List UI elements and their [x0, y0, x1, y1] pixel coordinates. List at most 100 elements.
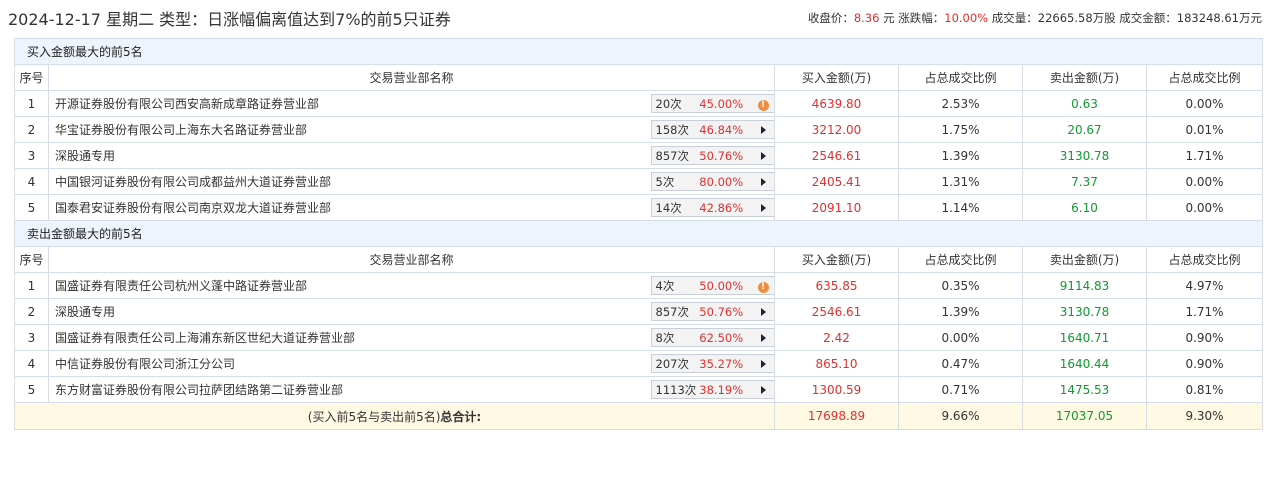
table-row[interactable]: 4 中国银河证券股份有限公司成都益州大道证券营业部 5次 80.00% 2405.41 1… — [14, 168, 1264, 195]
sell-amount: 0.63 — [1022, 90, 1147, 117]
total-buy-ratio: 9.66% — [898, 402, 1023, 430]
table-row[interactable]: 2 深股通专用 857次 50.76% 2546.61 1.39% 3130.78 1.71%… — [14, 298, 1264, 325]
buy-amount: 3212.00 — [774, 116, 899, 143]
total-sell-ratio: 9.30% — [1145, 402, 1264, 430]
play-arrow-icon[interactable] — [753, 305, 774, 319]
buy-amount: 1300.59 — [774, 376, 899, 403]
branch-stats: 8次 62.50% — [650, 324, 775, 351]
success-rate-box[interactable]: 857次 50.76% — [650, 302, 774, 321]
close-unit: 元 — [879, 11, 895, 25]
total-sell: 17037.05 — [1022, 402, 1147, 430]
table-row[interactable]: 1 开源证券股份有限公司西安高新成章路证券营业部 20次 45.00%! 4639.80… — [14, 90, 1264, 117]
col-sell-header: 卖出金额(万) — [1022, 64, 1147, 91]
col-buy-header: 买入金额(万) — [774, 64, 899, 91]
table-row[interactable]: 2 华宝证券股份有限公司上海东大名路证券营业部 158次 46.84% 3212.00 1… — [14, 116, 1264, 143]
branch-stats: 4次 50.00%! — [650, 272, 775, 299]
branch-name: 国盛证券有限责任公司上海浦东新区世纪大道证券营业部 — [48, 324, 651, 351]
branch-stats: 14次 42.86% — [650, 194, 775, 221]
sell-amount: 1640.44 — [1022, 350, 1147, 377]
info-dot-icon[interactable]: ! — [753, 278, 774, 293]
play-arrow-icon[interactable] — [753, 331, 774, 345]
stock-stats: 收盘价：8.36 元 涨跌幅：10.00% 成交量：22665.58万股 成交金… — [808, 10, 1262, 26]
col-sell-pct-header: 占总成交比例 — [1145, 64, 1264, 91]
row-index: 2 — [14, 298, 49, 325]
change-value: 10.00% — [944, 11, 989, 25]
table-row[interactable]: 3 国盛证券有限责任公司上海浦东新区世纪大道证券营业部 8次 62.50% 2.42 0.… — [14, 324, 1264, 351]
close-label: 收盘价： — [807, 11, 854, 25]
success-rate-box[interactable]: 5次 80.00% — [650, 172, 774, 191]
row-index: 1 — [14, 272, 49, 299]
success-rate: 50.76% — [699, 148, 744, 163]
buy-ratio: 1.39% — [898, 298, 1023, 325]
play-arrow-icon[interactable] — [753, 175, 774, 189]
sell-amount: 9114.83 — [1022, 272, 1147, 299]
success-rate-box[interactable]: 207次 35.27% — [650, 354, 774, 373]
col-buy-header: 买入金额(万) — [774, 246, 899, 273]
buy-amount: 2.42 — [774, 324, 899, 351]
success-rate-box[interactable]: 14次 42.86% — [650, 198, 774, 217]
volume-label: 成交量： — [991, 11, 1038, 25]
amount-label: 成交金额： — [1119, 11, 1177, 25]
success-rate-box[interactable]: 857次 50.76% — [650, 146, 774, 165]
buy-ratio: 1.75% — [898, 116, 1023, 143]
col-index-header: 序号 — [14, 246, 49, 273]
play-arrow-icon[interactable] — [753, 123, 774, 137]
col-buy-pct-header: 占总成交比例 — [898, 64, 1023, 91]
col-name-header: 交易营业部名称 — [48, 64, 775, 91]
buy-ratio: 0.71% — [898, 376, 1023, 403]
row-index: 1 — [14, 90, 49, 117]
play-arrow-icon[interactable] — [753, 383, 774, 397]
sell-ratio: 4.97% — [1145, 272, 1264, 299]
total-label-prefix: (买入前5名与卖出前5名) — [307, 409, 441, 424]
buy-ratio: 1.39% — [898, 142, 1023, 169]
branch-name: 国盛证券有限责任公司杭州义蓬中路证券营业部 — [48, 272, 651, 299]
success-rate-box[interactable]: 158次 46.84% — [650, 120, 774, 139]
success-rate: 50.76% — [699, 304, 744, 319]
section-header: 买入金额最大的前5名 — [13, 38, 1264, 65]
page-title: 2024-12-17 星期二 类型：日涨幅偏离值达到7%的前5只证券 — [8, 10, 451, 29]
success-rate-box[interactable]: 20次 45.00%! — [650, 94, 774, 113]
buy-ratio: 0.47% — [898, 350, 1023, 377]
sell-amount: 1640.71 — [1022, 324, 1147, 351]
top-bar: 2024-12-17 星期二 类型：日涨幅偏离值达到7%的前5只证券 收盘价：8… — [0, 0, 1268, 34]
play-arrow-icon[interactable] — [753, 149, 774, 163]
table-row[interactable]: 5 国泰君安证券股份有限公司南京双龙大道证券营业部 14次 42.86% 2091.10… — [14, 194, 1264, 221]
branch-stats: 857次 50.76% — [650, 142, 775, 169]
on-list-count: 207次 — [655, 356, 689, 371]
success-rate-box[interactable]: 4次 50.00%! — [650, 276, 774, 295]
sell-amount: 3130.78 — [1022, 298, 1147, 325]
on-list-count: 14次 — [655, 200, 682, 215]
on-list-count: 5次 — [655, 174, 675, 189]
col-name-header: 交易营业部名称 — [48, 246, 775, 273]
branch-name: 中信证券股份有限公司浙江分公司 — [48, 350, 651, 377]
play-arrow-icon[interactable] — [753, 201, 774, 215]
table-row[interactable]: 3 深股通专用 857次 50.76% 2546.61 1.39% 3130.78 1.71%… — [14, 142, 1264, 169]
column-header-row: 序号交易营业部名称买入金额(万)占总成交比例卖出金额(万)占总成交比例净额(万)… — [14, 64, 1264, 91]
volume-value: 22665.58万股 — [1037, 11, 1116, 25]
sell-amount: 20.67 — [1022, 116, 1147, 143]
branch-name: 国泰君安证券股份有限公司南京双龙大道证券营业部 — [48, 194, 651, 221]
table-row[interactable]: 5 东方财富证券股份有限公司拉萨团结路第二证券营业部 1113次 38.19% 1300… — [14, 376, 1264, 403]
sell-amount: 3130.78 — [1022, 142, 1147, 169]
buy-amount: 2091.10 — [774, 194, 899, 221]
buy-ratio: 1.14% — [898, 194, 1023, 221]
col-buy-pct-header: 占总成交比例 — [898, 246, 1023, 273]
on-list-count: 857次 — [655, 148, 689, 163]
table-row[interactable]: 1 国盛证券有限责任公司杭州义蓬中路证券营业部 4次 50.00%! 635.85 0.3… — [14, 272, 1264, 299]
section-title: 卖出金额最大的前5名 — [13, 220, 1264, 247]
column-header-row: 序号交易营业部名称买入金额(万)占总成交比例卖出金额(万)占总成交比例净额(万) — [14, 246, 1264, 273]
success-rate-box[interactable]: 1113次 38.19% — [650, 380, 774, 399]
table-row[interactable]: 4 中信证券股份有限公司浙江分公司 207次 35.27% 865.10 0.47% 164… — [14, 350, 1264, 377]
sell-ratio: 1.71% — [1145, 298, 1264, 325]
success-rate: 50.00% — [699, 278, 744, 293]
row-index: 5 — [14, 194, 49, 221]
sell-amount: 7.37 — [1022, 168, 1147, 195]
branch-stats: 857次 50.76% — [650, 298, 775, 325]
sell-ratio: 1.71% — [1145, 142, 1264, 169]
on-list-count: 4次 — [655, 278, 675, 293]
play-arrow-icon[interactable] — [753, 357, 774, 371]
info-dot-icon[interactable]: ! — [753, 96, 774, 111]
success-rate-box[interactable]: 8次 62.50% — [650, 328, 774, 347]
buy-amount: 865.10 — [774, 350, 899, 377]
sell-amount: 1475.53 — [1022, 376, 1147, 403]
